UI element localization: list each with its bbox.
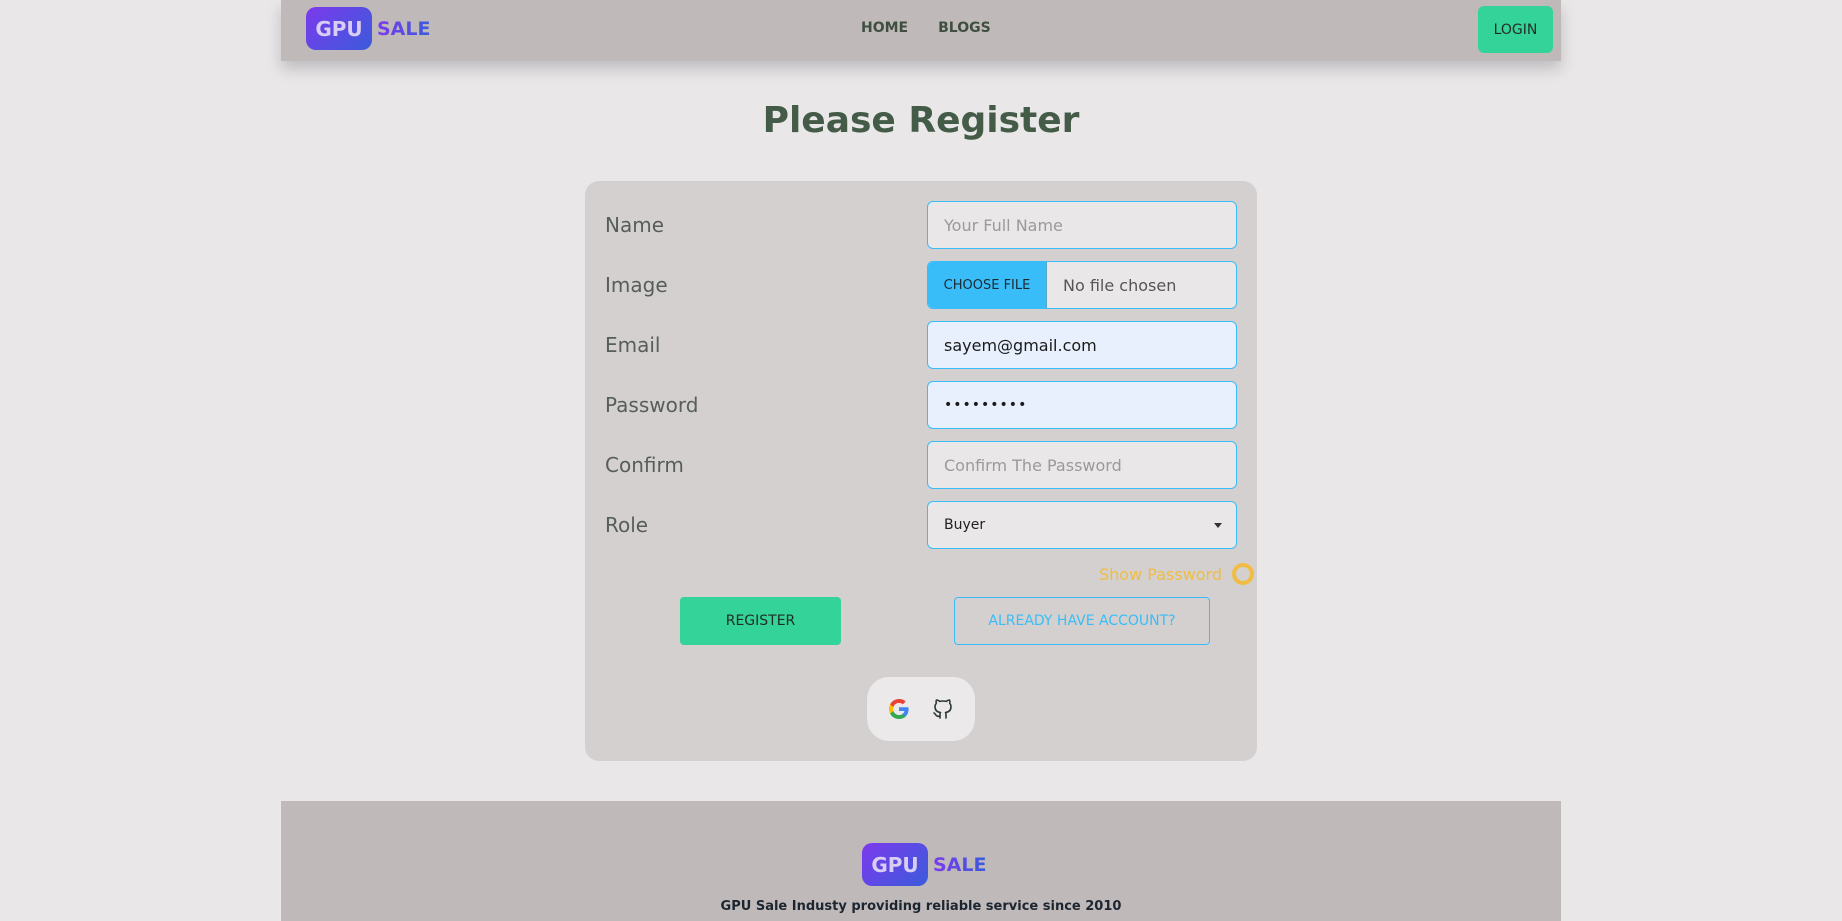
footer-logo-text: SALE — [933, 853, 987, 876]
role-select[interactable]: Buyer — [927, 501, 1237, 549]
confirm-row: Confirm Confirm The Password — [605, 441, 1237, 489]
footer-logo[interactable]: GPU SALE — [862, 843, 986, 886]
logo-text: SALE — [377, 17, 431, 40]
login-button[interactable]: LOGIN — [1478, 6, 1553, 53]
choose-file-button[interactable]: CHOOSE FILE — [928, 262, 1047, 308]
chevron-down-icon — [1214, 522, 1222, 528]
image-row: Image CHOOSE FILE No file chosen — [605, 261, 1237, 309]
page-title: Please Register — [762, 100, 1080, 141]
page: GPU SALE HOME BLOGS LOGIN Please Registe… — [0, 0, 1842, 921]
password-row: Password ••••••••• — [605, 381, 1237, 429]
show-password-control: Show Password — [1099, 563, 1254, 585]
already-have-account-button[interactable]: ALREADY HAVE ACCOUNT? — [954, 597, 1210, 645]
nav-link-blogs[interactable]: BLOGS — [938, 20, 991, 36]
footer-logo-badge: GPU — [862, 843, 928, 886]
role-row: Role Buyer — [605, 501, 1237, 549]
logo-badge: GPU — [306, 7, 372, 50]
footer: GPU SALE GPU Sale Industy providing reli… — [281, 801, 1561, 921]
name-row: Name Your Full Name — [605, 201, 1237, 249]
confirm-label: Confirm — [605, 453, 684, 477]
password-label: Password — [605, 393, 699, 417]
password-input[interactable]: ••••••••• — [927, 381, 1237, 429]
footer-tagline: GPU Sale Industy providing reliable serv… — [720, 899, 1122, 914]
confirm-password-input[interactable]: Confirm The Password — [927, 441, 1237, 489]
social-login-group — [867, 677, 975, 741]
show-password-label: Show Password — [1099, 564, 1222, 584]
google-icon[interactable] — [887, 697, 911, 721]
name-label: Name — [605, 213, 665, 237]
logo[interactable]: GPU SALE — [306, 7, 430, 50]
name-input[interactable]: Your Full Name — [927, 201, 1237, 249]
role-label: Role — [605, 513, 649, 537]
navbar: GPU SALE HOME BLOGS LOGIN — [281, 0, 1561, 61]
nav-link-home[interactable]: HOME — [861, 20, 908, 36]
register-button[interactable]: REGISTER — [680, 597, 841, 645]
nav-links: HOME BLOGS — [861, 20, 991, 36]
show-password-toggle[interactable] — [1232, 563, 1254, 585]
role-select-value: Buyer — [944, 517, 986, 533]
email-label: Email — [605, 333, 661, 357]
register-form-card: Name Your Full Name Image CHOOSE FILE No… — [585, 181, 1257, 761]
image-file-input[interactable]: CHOOSE FILE No file chosen — [927, 261, 1237, 309]
github-icon[interactable] — [931, 697, 955, 721]
email-row: Email sayem@gmail.com — [605, 321, 1237, 369]
image-label: Image — [605, 273, 668, 297]
file-status: No file chosen — [1063, 275, 1177, 295]
email-input[interactable]: sayem@gmail.com — [927, 321, 1237, 369]
